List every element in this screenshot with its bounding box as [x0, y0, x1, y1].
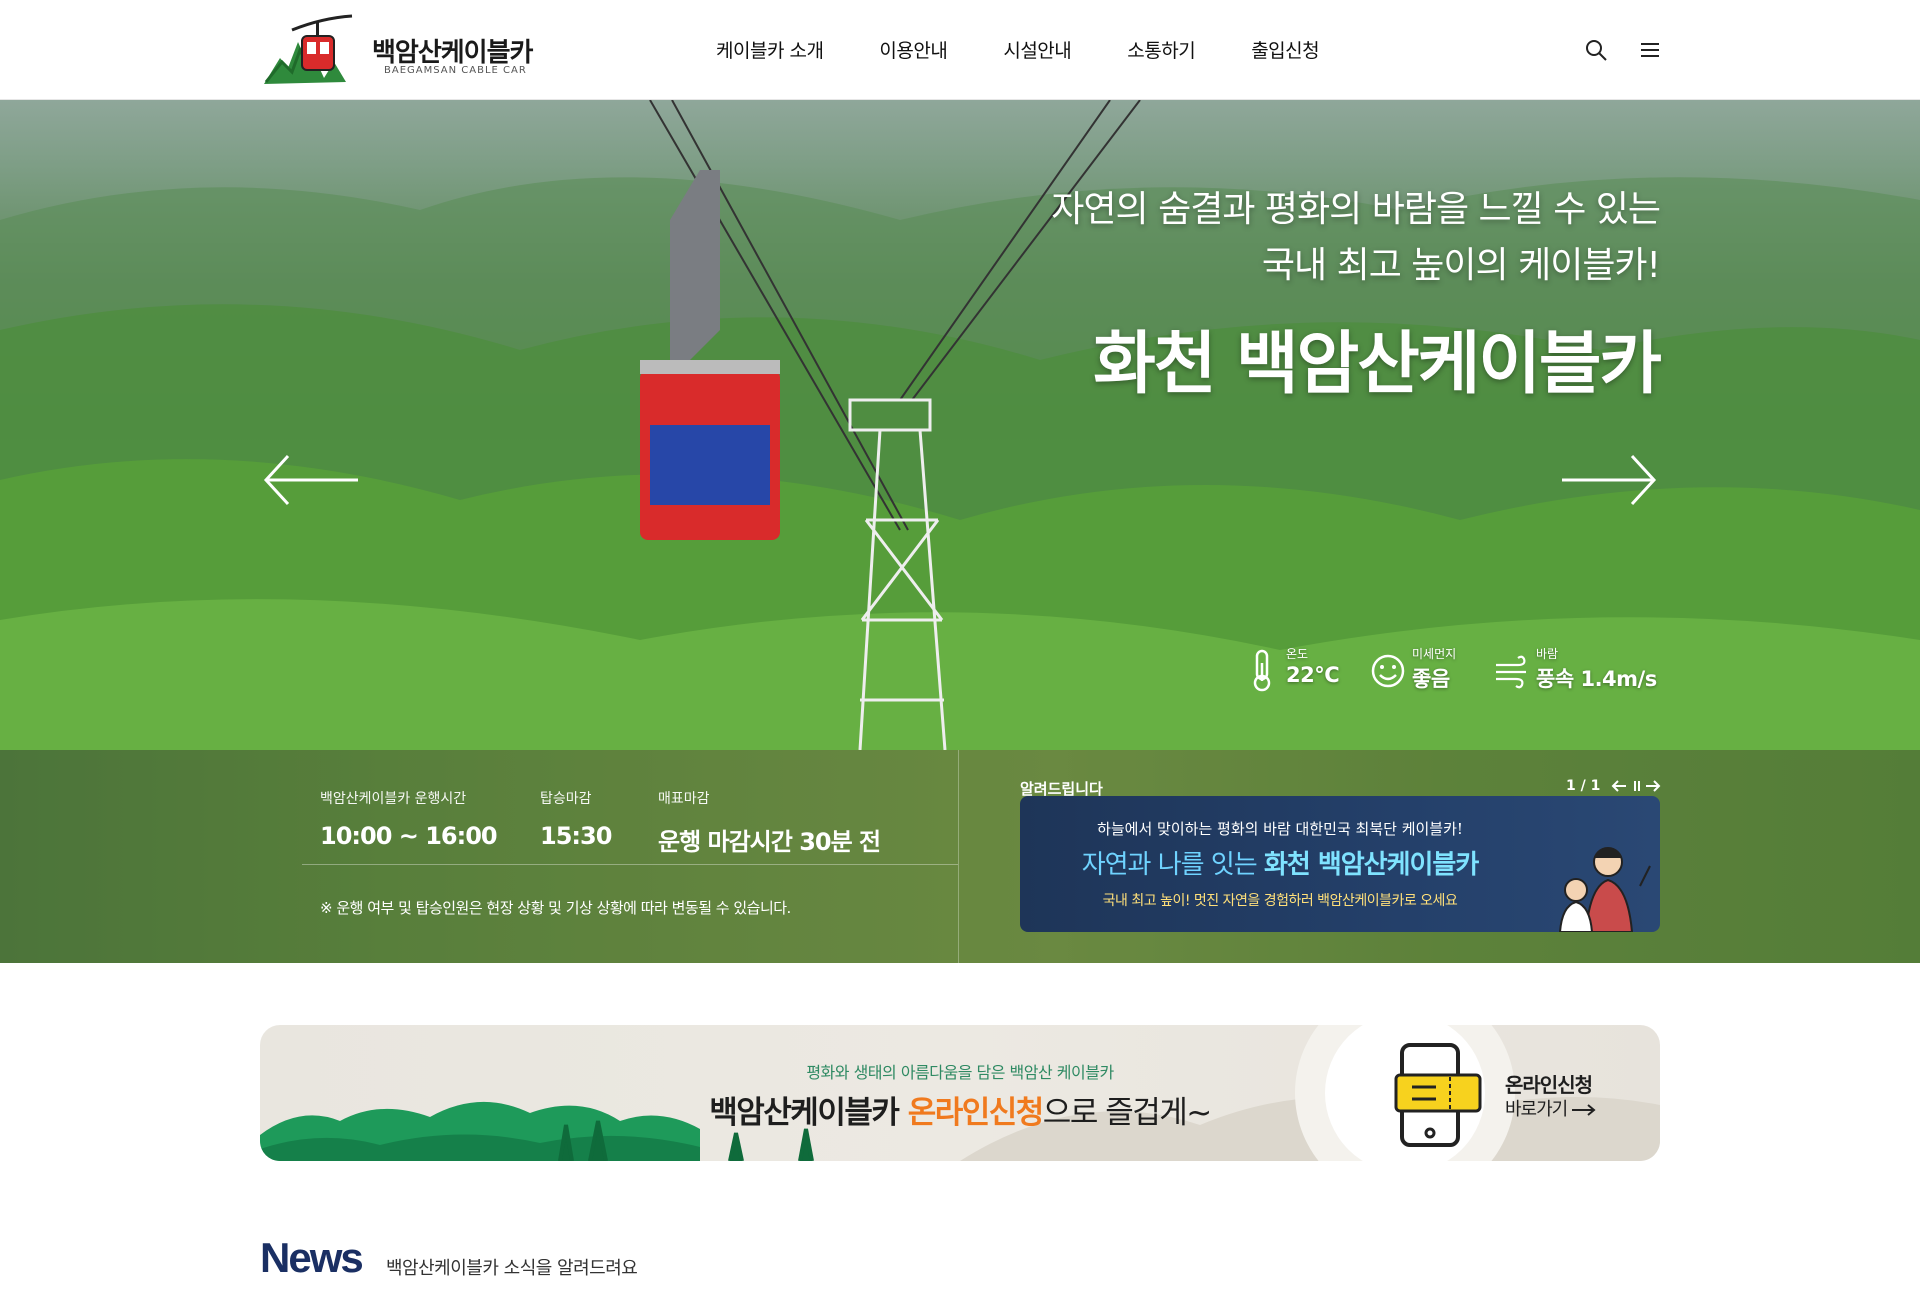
nav-item-guide[interactable]: 이용안내: [879, 36, 947, 63]
notice-next-icon[interactable]: [1644, 776, 1662, 796]
operating-hours: 백암산케이블카 운행시간 10:00 ~ 16:00: [320, 788, 498, 850]
notice-banner-card[interactable]: 하늘에서 맞이하는 평화의 바람 대한민국 최북단 케이블카! 자연과 나를 잇…: [1020, 796, 1660, 932]
info-divider: [302, 864, 958, 865]
search-icon[interactable]: [1582, 36, 1610, 64]
mobile-ticket-icon: [1394, 1043, 1482, 1147]
hero-prev-arrow-icon[interactable]: [262, 452, 362, 508]
main-nav: 케이블카 소개 이용안내 시설안내 소통하기 출입신청: [716, 36, 1375, 63]
online-banner-cta-title: 온라인신청: [1505, 1073, 1593, 1097]
operation-info-bar: 백암산케이블카 운행시간 10:00 ~ 16:00 탑승마감 15:30 매표…: [0, 750, 1920, 963]
news-section-subtitle: 백암산케이블카 소식을 알려드려요: [386, 1258, 638, 1279]
hero-next-arrow-icon[interactable]: [1558, 452, 1658, 508]
boarding-deadline: 탑승마감 15:30: [540, 788, 612, 850]
nav-item-cablecar-intro[interactable]: 케이블카 소개: [716, 36, 824, 63]
news-section-title: News: [260, 1234, 364, 1281]
logo-subtitle: BAEGAMSAN CABLE CAR: [384, 65, 527, 76]
notice-card-bottom-text: 국내 최고 높이! 멋진 자연을 경험하러 백암산케이블카로 오세요: [1102, 893, 1458, 909]
info-vertical-divider: [958, 750, 959, 963]
temperature-value: 22°C: [1286, 663, 1340, 687]
hero-slider: 자연의 숨결과 평화의 바람을 느낄 수 있는 국내 최고 높이의 케이블카! …: [0, 100, 1920, 750]
people-illustration-icon: [1558, 847, 1651, 932]
arrow-right-icon: [1571, 1104, 1596, 1116]
notice-pager: 1 / 1: [1566, 778, 1601, 794]
site-logo[interactable]: 백암산케이블카 BAEGAMSAN CABLE CAR: [262, 12, 542, 88]
operating-hours-label: 백암산케이블카 운행시간: [320, 791, 467, 807]
hero-headline: 화천 백암산케이블카: [1093, 325, 1662, 404]
site-header: 백암산케이블카 BAEGAMSAN CABLE CAR 케이블카 소개 이용안내…: [0, 0, 1920, 100]
wind-value: 풍속 1.4m/s: [1536, 667, 1657, 691]
boarding-deadline-value: 15:30: [540, 822, 612, 850]
hero-tagline-line1: 자연의 숨결과 평화의 바람을 느낄 수 있는: [1051, 189, 1661, 230]
notice-card-headline: 자연과 나를 잇는 화천 백암산케이블카: [1081, 850, 1480, 880]
nav-item-community[interactable]: 소통하기: [1127, 36, 1195, 63]
wind-label: 바람: [1536, 647, 1559, 661]
ticket-deadline-label: 매표마감: [658, 791, 710, 807]
cable-car-logo-icon: [264, 14, 353, 84]
ticket-deadline-value: 운행 마감시간 30분 전: [658, 828, 881, 856]
temperature-label: 온도: [1286, 647, 1309, 661]
logo-name: 백암산케이블카: [372, 38, 533, 68]
notice-prev-icon[interactable]: [1610, 776, 1628, 796]
operation-notice-text: ※ 운행 여부 및 탑승인원은 현장 상황 및 기상 상황에 따라 변동될 수 …: [320, 899, 791, 917]
menu-icon[interactable]: [1636, 36, 1664, 64]
smile-icon: [1371, 654, 1405, 688]
fine-dust-label: 미세먼지: [1412, 647, 1457, 661]
wind-icon: [1496, 655, 1526, 689]
boarding-deadline-label: 탑승마감: [540, 791, 592, 807]
nav-item-facilities[interactable]: 시설안내: [1003, 36, 1071, 63]
thermometer-icon: [1253, 649, 1271, 692]
online-banner-cta-link[interactable]: 바로가기: [1505, 1095, 1596, 1121]
hero-tagline-line2: 국내 최고 높이의 케이블카!: [1261, 245, 1661, 286]
ticket-deadline: 매표마감 운행 마감시간 30분 전: [658, 788, 881, 857]
nav-item-entry-application[interactable]: 출입신청: [1251, 36, 1319, 63]
online-application-banner[interactable]: 평화와 생태의 아름다움을 담은 백암산 케이블카 백암산케이블카 온라인신청으…: [260, 1025, 1660, 1161]
fine-dust-value: 좋음: [1412, 667, 1450, 691]
operating-hours-value: 10:00 ~ 16:00: [320, 822, 498, 850]
notice-card-top-text: 하늘에서 맞이하는 평화의 바람 대한민국 최북단 케이블카!: [1097, 820, 1463, 838]
